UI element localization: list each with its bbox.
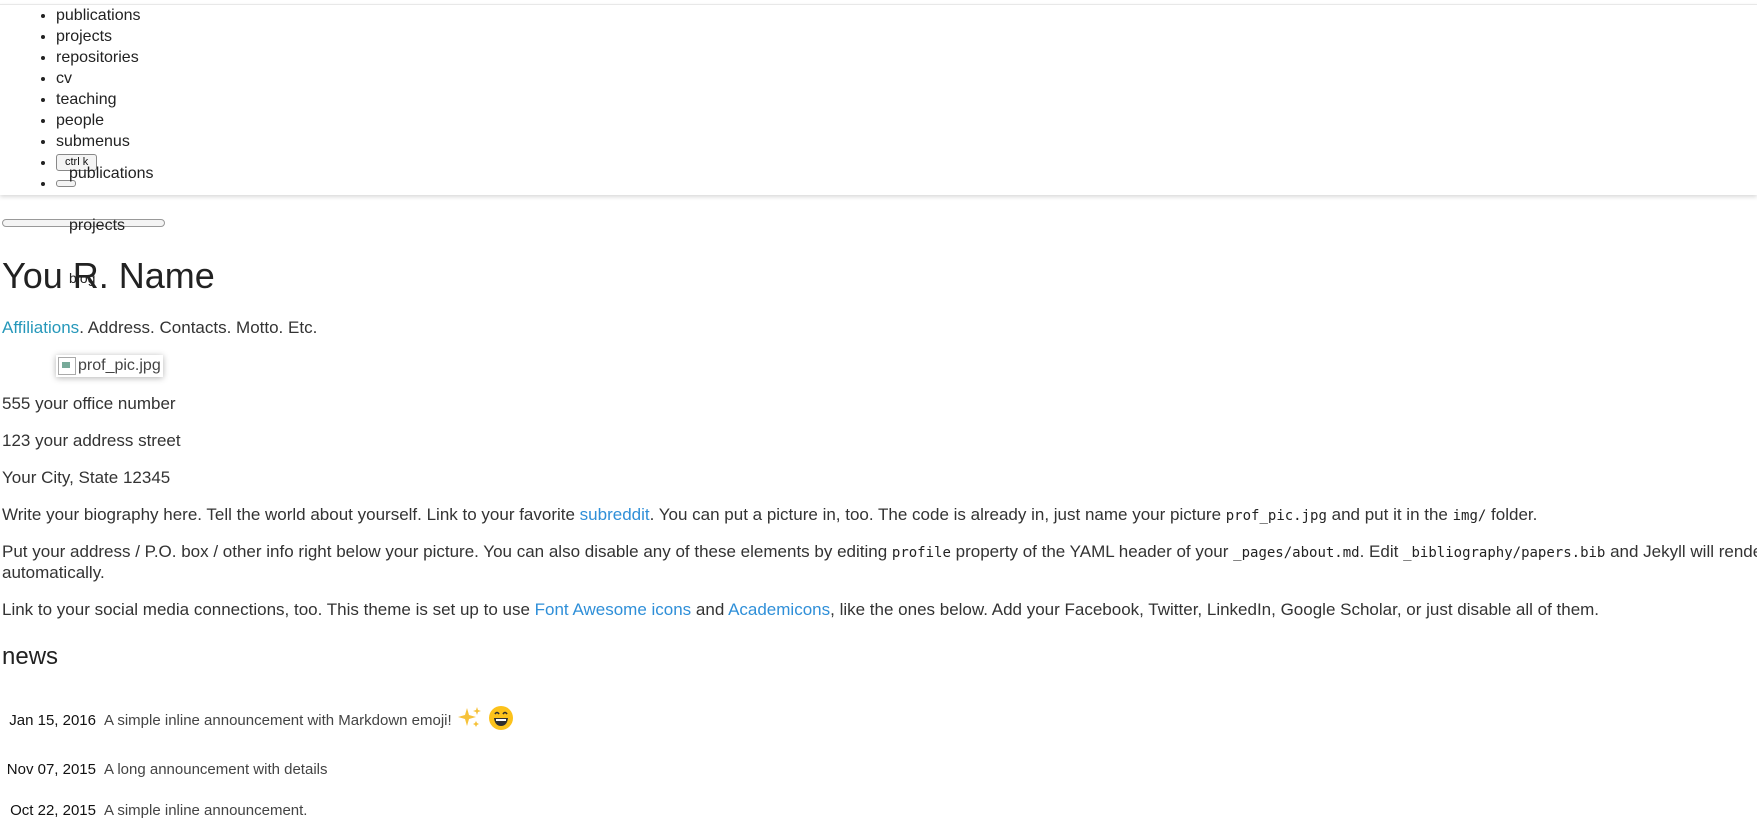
title-last-name: Name bbox=[118, 255, 215, 296]
dropdown-item-projects[interactable]: projects bbox=[69, 217, 125, 235]
news-date: Oct 22, 2015 bbox=[10, 801, 96, 819]
broken-image-icon bbox=[58, 357, 76, 375]
news-text[interactable]: A simple inline announcement with Markdo… bbox=[104, 712, 452, 729]
code-img-folder: img/ bbox=[1452, 508, 1487, 524]
page-title: You R. Name bbox=[2, 255, 215, 297]
nav-list: publications projects repositories cv te… bbox=[0, 5, 1757, 194]
nav-label[interactable]: publications bbox=[56, 7, 141, 24]
nav-item-people[interactable]: people bbox=[56, 110, 1757, 131]
bio-text: . You can put a picture in, too. The cod… bbox=[649, 505, 1226, 524]
nav-label[interactable]: people bbox=[56, 112, 104, 129]
bio-text: and put it in the bbox=[1326, 505, 1453, 524]
news-date: Jan 15, 2016 bbox=[9, 711, 96, 729]
bio-text: , like the ones below. Add your Facebook… bbox=[830, 600, 1600, 619]
dropdown-item-blog[interactable]: blog bbox=[69, 270, 95, 286]
nav-item-cv[interactable]: cv bbox=[56, 68, 1757, 89]
code-profile: profile bbox=[891, 545, 951, 561]
nav-item-search: ctrl k bbox=[56, 152, 1757, 173]
bio-text: and Jekyll will render your bbox=[1610, 542, 1757, 561]
nav-item-teaching[interactable]: teaching bbox=[56, 89, 1757, 110]
profile-picture: prof_pic.jpg bbox=[56, 355, 163, 377]
nav-item-repositories[interactable]: repositories bbox=[56, 47, 1757, 68]
nav-item-submenus[interactable]: submenus bbox=[56, 131, 1757, 152]
news-item: Nov 07, 2015 A long announcement with de… bbox=[0, 754, 328, 784]
code-about-md: _pages/about.md bbox=[1233, 545, 1360, 561]
bio-text: Write your biography here. Tell the worl… bbox=[2, 505, 580, 524]
nav-label[interactable]: projects bbox=[56, 28, 112, 45]
bio-paragraph-3: Link to your social media connections, t… bbox=[2, 599, 1599, 620]
bio-text: . Edit bbox=[1359, 542, 1404, 561]
bio-paragraph-1: Write your biography here. Tell the worl… bbox=[2, 504, 1537, 527]
address-street: 123 your address street bbox=[2, 431, 181, 450]
news-text[interactable]: A long announcement with details bbox=[104, 761, 327, 778]
font-awesome-link[interactable]: Font Awesome icons bbox=[535, 600, 692, 619]
news-text[interactable]: A simple inline announcement. bbox=[104, 802, 307, 819]
nav-item-projects[interactable]: projects bbox=[56, 26, 1757, 47]
bio-paragraph-2: Put your address / P.O. box / other info… bbox=[2, 541, 1757, 564]
smile-icon bbox=[488, 705, 514, 736]
news-heading: news bbox=[2, 643, 59, 670]
affiliations-line: Affiliations. Address. Contacts. Motto. … bbox=[2, 318, 317, 338]
nav-item-publications[interactable]: publications bbox=[56, 5, 1757, 26]
affiliations-link[interactable]: Affiliations bbox=[2, 318, 79, 337]
bio-text: Put your address / P.O. box / other info… bbox=[2, 542, 892, 561]
subreddit-link[interactable]: subreddit bbox=[580, 505, 650, 524]
news-item: Jan 15, 2016 A simple inline announcemen… bbox=[0, 705, 514, 735]
nav-label[interactable]: cv bbox=[56, 70, 72, 87]
sparkles-icon bbox=[457, 706, 482, 735]
news-date: Nov 07, 2015 bbox=[6, 760, 96, 778]
nav-item-theme bbox=[56, 173, 1757, 194]
dropdown-item-publications[interactable]: publications bbox=[69, 165, 154, 183]
bio-text: property of the YAML header of your bbox=[950, 542, 1234, 561]
bio-paragraph-2-end: automatically. bbox=[2, 563, 105, 582]
bio-text: and bbox=[691, 600, 729, 619]
bio-text: Link to your social media connections, t… bbox=[2, 600, 535, 619]
academicons-link[interactable]: Academicons bbox=[728, 600, 830, 619]
office-number: 555 your office number bbox=[2, 394, 176, 413]
nav-label[interactable]: submenus bbox=[56, 133, 130, 150]
title-first-name: You bbox=[2, 255, 63, 296]
profile-picture-alt: prof_pic.jpg bbox=[78, 357, 161, 374]
address-city: Your City, State 12345 bbox=[2, 468, 171, 487]
affiliations-rest: . Address. Contacts. Motto. Etc. bbox=[79, 318, 318, 337]
nav-label[interactable]: teaching bbox=[56, 91, 117, 108]
news-item: Oct 22, 2015 A simple inline announcemen… bbox=[0, 795, 307, 825]
code-prof-pic: prof_pic.jpg bbox=[1225, 508, 1327, 524]
code-papers-bib: _bibliography/papers.bib bbox=[1403, 545, 1606, 561]
navbar: publications projects repositories cv te… bbox=[0, 4, 1757, 195]
bio-text: folder. bbox=[1486, 505, 1538, 524]
nav-label[interactable]: repositories bbox=[56, 49, 139, 66]
